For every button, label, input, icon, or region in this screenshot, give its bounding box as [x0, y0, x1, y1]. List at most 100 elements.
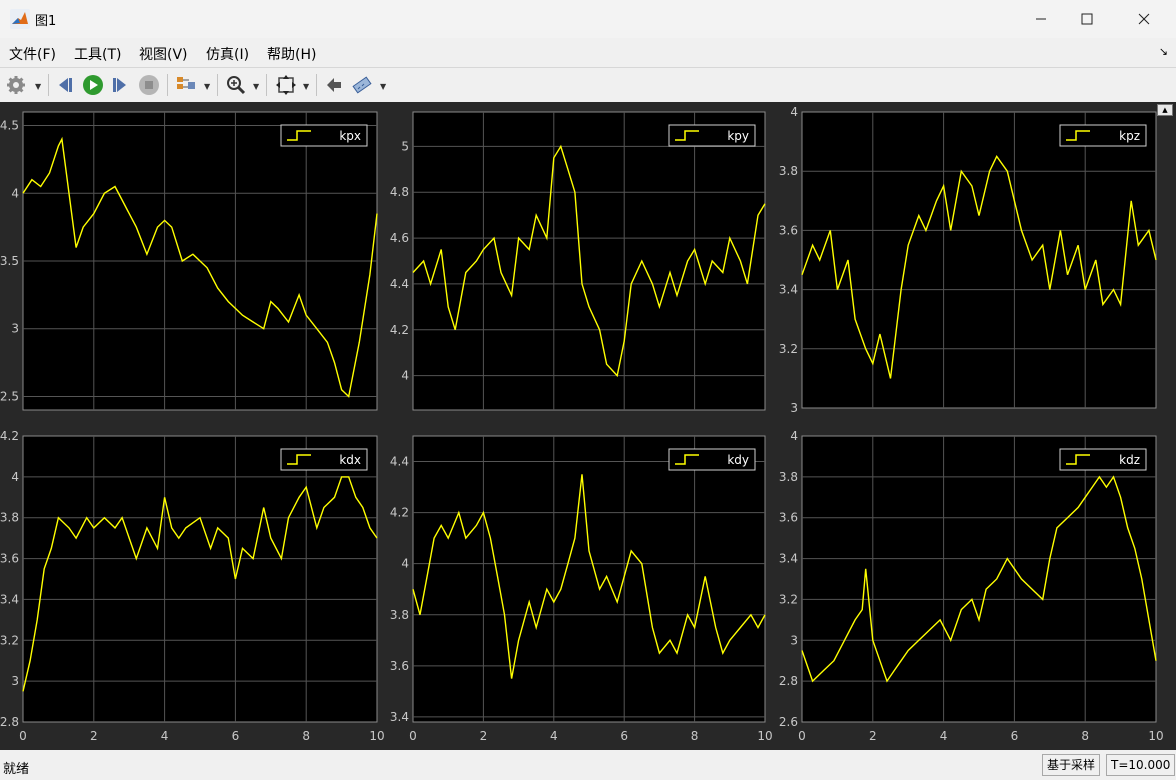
minimize-button[interactable]: [1018, 4, 1064, 34]
highlight-block-icon: [327, 78, 341, 92]
legend-label: kpz: [1119, 129, 1140, 143]
y-tick-label: 2.6: [779, 715, 798, 729]
maximize-button[interactable]: [1064, 4, 1110, 34]
y-tick-label: 3.5: [0, 254, 19, 268]
y-tick-label: 3.8: [0, 511, 19, 525]
y-tick-label: 3.8: [779, 164, 798, 178]
status-bar: 就绪 基于采样 T=10.000: [0, 750, 1176, 780]
status-text: 就绪: [3, 762, 30, 777]
menu-view[interactable]: 视图(V): [139, 44, 188, 64]
y-tick-label: 3.6: [390, 659, 409, 673]
axes-background: [412, 435, 766, 723]
menu-file[interactable]: 文件(F): [9, 44, 56, 64]
y-tick-label: 4.2: [390, 323, 409, 337]
run-icon: [83, 75, 103, 95]
x-tick-label: 6: [232, 729, 240, 743]
y-tick-label: 4.5: [0, 119, 19, 133]
y-tick-label: 3.6: [779, 511, 798, 525]
step-back-button[interactable]: [55, 73, 75, 97]
menu-bar: 文件(F) 工具(T) 视图(V) 仿真(I) 帮助(H) ↘: [0, 38, 1176, 66]
y-tick-label: 3.4: [779, 552, 798, 566]
signal-selector-button[interactable]: [175, 73, 197, 97]
toolbar: ▼ ▼ ▼ ▼ ▼: [0, 67, 1176, 103]
measurements-button[interactable]: [352, 73, 374, 97]
y-tick-label: 4.2: [0, 429, 19, 443]
axes-kdy: 3.4 3.6 3.8 4 4.2 4.4 0 2 4 6 8 10 kdy: [390, 435, 773, 743]
x-tick-label: 2: [90, 729, 98, 743]
autoscale-button[interactable]: [275, 73, 297, 97]
x-tick-label: 10: [1148, 729, 1163, 743]
y-tick-label: 3.4: [0, 592, 19, 606]
y-tick-label: 5: [401, 139, 409, 153]
highlight-block-button[interactable]: [324, 73, 344, 97]
y-tick-label: 3.4: [390, 710, 409, 724]
menu-tools[interactable]: 工具(T): [74, 44, 121, 64]
axes-kdz: 2.6 2.8 3 3.2 3.4 3.6 3.8 4 0 2 4 6 8 10 kdz: [779, 429, 1164, 743]
x-tick-label: 0: [19, 729, 27, 743]
y-tick-label: 3: [11, 322, 19, 336]
settings-button[interactable]: [6, 73, 26, 97]
x-tick-label: 6: [620, 729, 628, 743]
window-title: 图1: [35, 14, 57, 29]
legend-label: kdz: [1119, 453, 1140, 467]
axes-kpz: 3 3.2 3.4 3.6 3.8 4 kpz: [779, 105, 1157, 415]
settings-dropdown-icon[interactable]: ▼: [35, 82, 41, 91]
axes-background: [22, 435, 378, 723]
y-tick-label: 3.2: [0, 633, 19, 647]
step-back-icon: [59, 78, 72, 92]
y-tick-label: 3: [790, 401, 798, 415]
y-tick-label: 4.4: [390, 455, 409, 469]
y-tick-label: 4.6: [390, 231, 409, 245]
step-forward-icon: [113, 78, 126, 92]
y-tick-label: 3.2: [779, 592, 798, 606]
sample-mode-indicator: 基于采样: [1042, 754, 1101, 776]
y-tick-label: 4: [790, 429, 798, 443]
zoom-dropdown-icon[interactable]: ▼: [253, 82, 259, 91]
measurements-dropdown-icon[interactable]: ▼: [380, 82, 386, 91]
x-tick-label: 0: [798, 729, 806, 743]
stop-icon: [139, 75, 159, 95]
simulation-time: T=10.000: [1106, 754, 1176, 776]
menu-simulation[interactable]: 仿真(I): [206, 44, 249, 64]
menu-help[interactable]: 帮助(H): [267, 44, 316, 64]
autoscale-dropdown-icon[interactable]: ▼: [303, 82, 309, 91]
matlab-logo-icon: [10, 9, 30, 29]
y-tick-label: 3.6: [0, 552, 19, 566]
toolbar-separator: [316, 74, 317, 96]
y-tick-label: 3.8: [390, 608, 409, 622]
zoom-button[interactable]: [226, 73, 246, 97]
y-tick-label: 4.8: [390, 185, 409, 199]
y-tick-label: 4: [401, 369, 409, 383]
x-tick-label: 6: [1011, 729, 1019, 743]
close-button[interactable]: [1121, 4, 1167, 34]
y-tick-label: 4: [790, 105, 798, 119]
y-tick-label: 4: [401, 557, 409, 571]
y-tick-label: 4.4: [390, 277, 409, 291]
y-tick-label: 3.6: [779, 223, 798, 237]
dock-arrow-icon[interactable]: ↘: [1159, 45, 1168, 58]
x-tick-label: 4: [161, 729, 169, 743]
toolbar-separator: [167, 74, 168, 96]
axes-kpx: 2.5 3 3.5 4 4.5 kpx: [0, 111, 378, 411]
y-tick-label: 2.5: [0, 389, 19, 403]
axes-background: [801, 111, 1157, 409]
axes-background: [801, 435, 1157, 723]
legend-label: kpy: [727, 129, 749, 143]
x-tick-label: 2: [869, 729, 877, 743]
axes-kdx: 2.8 3 3.2 3.4 3.6 3.8 4 4.2 0 2 4 6 8 10 kdx: [0, 429, 385, 743]
x-tick-label: 8: [1081, 729, 1089, 743]
y-tick-label: 3.8: [779, 470, 798, 484]
expand-layout-button[interactable]: ▲: [1157, 104, 1173, 116]
y-tick-label: 2.8: [779, 674, 798, 688]
x-tick-label: 8: [302, 729, 310, 743]
scope-plots: 2.533.544.5kpx44.24.44.64.85kpy33.23.43.…: [0, 105, 1164, 743]
x-tick-label: 8: [691, 729, 699, 743]
signal-selector-dropdown-icon[interactable]: ▼: [204, 82, 210, 91]
x-tick-label: 4: [940, 729, 948, 743]
step-forward-button[interactable]: [110, 73, 130, 97]
run-button[interactable]: [82, 73, 104, 97]
x-tick-label: 10: [369, 729, 384, 743]
y-tick-label: 3: [790, 633, 798, 647]
stop-button[interactable]: [138, 73, 160, 97]
x-tick-label: 4: [550, 729, 558, 743]
